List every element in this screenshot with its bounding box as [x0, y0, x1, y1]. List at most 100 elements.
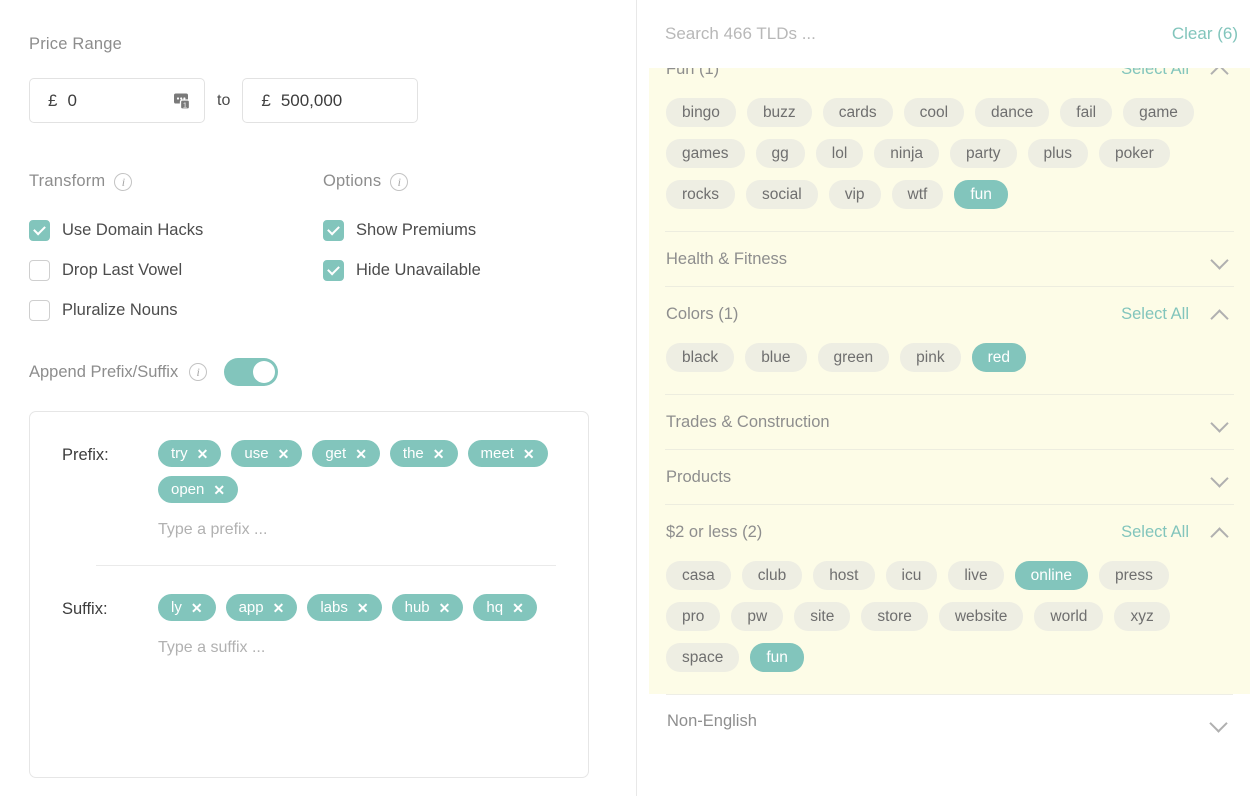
tld-chip[interactable]: cool: [903, 98, 965, 127]
remove-token-icon[interactable]: ✕: [355, 447, 367, 461]
tld-chip[interactable]: club: [741, 561, 803, 590]
suffix-input-placeholder[interactable]: Type a suffix ...: [158, 639, 562, 657]
prefix-token[interactable]: the ✕: [389, 440, 458, 467]
tld-chip[interactable]: plus: [1027, 139, 1088, 168]
tld-chip[interactable]: fail: [1060, 98, 1113, 127]
tld-chip[interactable]: blue: [745, 343, 807, 372]
tld-chip[interactable]: games: [666, 139, 745, 168]
tld-chip[interactable]: party: [950, 139, 1017, 168]
price-min-input[interactable]: £ 0 1: [29, 78, 205, 123]
chevron-up-icon[interactable]: [1211, 68, 1229, 78]
remove-token-icon[interactable]: ✕: [512, 601, 524, 615]
checkbox-checked-icon[interactable]: [323, 259, 344, 281]
checkbox-unchecked-icon[interactable]: [29, 299, 50, 321]
select-all-link[interactable]: Select All: [1121, 305, 1189, 324]
tld-chip[interactable]: game: [1123, 98, 1194, 127]
checkbox-unchecked-icon[interactable]: [29, 259, 50, 281]
tld-chip[interactable]: bingo: [666, 98, 736, 127]
append-prefix-suffix-toggle[interactable]: [224, 358, 279, 386]
tld-chip[interactable]: pw: [731, 602, 784, 631]
tld-chip-selected[interactable]: online: [1014, 561, 1088, 590]
tld-category-header[interactable]: Non-English: [666, 694, 1233, 748]
checkbox-hide-unavailable[interactable]: Hide Unavailable: [323, 250, 481, 290]
tld-category-header[interactable]: Trades & Construction: [665, 395, 1234, 449]
tld-category-header[interactable]: Health & Fitness: [665, 232, 1234, 286]
tld-chip[interactable]: casa: [666, 561, 731, 590]
checkbox-show-premiums[interactable]: Show Premiums: [323, 210, 481, 250]
tld-chip[interactable]: green: [817, 343, 890, 372]
suffix-token[interactable]: hub ✕: [391, 594, 464, 621]
remove-token-icon[interactable]: ✕: [197, 447, 209, 461]
chevron-down-icon[interactable]: [1211, 468, 1229, 486]
remove-token-icon[interactable]: ✕: [523, 447, 535, 461]
checkbox-checked-icon[interactable]: [29, 219, 50, 241]
append-info-icon[interactable]: i: [189, 363, 208, 381]
tld-chip[interactable]: black: [666, 343, 735, 372]
prefix-token[interactable]: try ✕: [158, 440, 222, 467]
tld-chip[interactable]: ninja: [874, 139, 940, 168]
tld-chip[interactable]: site: [794, 602, 851, 631]
clear-filters-link[interactable]: Clear (6): [1172, 24, 1238, 44]
tld-category-scroll[interactable]: Fun (1) Select All bingo buzz cards cool dance…: [649, 68, 1250, 796]
suffix-token[interactable]: hq ✕: [473, 594, 537, 621]
prefix-field[interactable]: try ✕ use ✕ get ✕ the ✕ meet ✕ open ✕ Ty…: [158, 440, 588, 539]
tld-chip[interactable]: gg: [755, 139, 805, 168]
chevron-down-icon[interactable]: [1211, 413, 1229, 431]
tld-chip[interactable]: dance: [975, 98, 1050, 127]
remove-token-icon[interactable]: ✕: [191, 601, 203, 615]
chevron-down-icon[interactable]: [1211, 250, 1229, 268]
remove-token-icon[interactable]: ✕: [213, 483, 225, 497]
tld-chip[interactable]: rocks: [666, 180, 736, 209]
prefix-input-placeholder[interactable]: Type a prefix ...: [158, 521, 562, 539]
password-autofill-icon[interactable]: 1: [172, 90, 194, 112]
select-all-link[interactable]: Select All: [1121, 523, 1189, 542]
prefix-token[interactable]: meet ✕: [467, 440, 548, 467]
tld-chip[interactable]: store: [861, 602, 928, 631]
tld-category-header[interactable]: Colors (1) Select All: [665, 287, 1234, 341]
prefix-token[interactable]: get ✕: [312, 440, 380, 467]
select-all-link[interactable]: Select All: [1121, 68, 1189, 79]
remove-token-icon[interactable]: ✕: [439, 601, 451, 615]
tld-chip[interactable]: lol: [815, 139, 864, 168]
tld-category-header[interactable]: Products: [665, 450, 1234, 504]
tld-chip[interactable]: world: [1034, 602, 1104, 631]
tld-chip-selected[interactable]: fun: [954, 180, 1008, 209]
price-max-input[interactable]: £ 500,000: [242, 78, 419, 123]
checkbox-checked-icon[interactable]: [323, 219, 344, 241]
tld-chip[interactable]: press: [1098, 561, 1169, 590]
checkbox-drop-last-vowel[interactable]: Drop Last Vowel: [29, 250, 203, 290]
tld-chip[interactable]: pink: [900, 343, 961, 372]
options-info-icon[interactable]: i: [390, 172, 409, 191]
tld-chip[interactable]: buzz: [746, 98, 812, 127]
tld-category-header[interactable]: $2 or less (2) Select All: [665, 505, 1234, 559]
tld-chip[interactable]: space: [666, 643, 740, 672]
tld-chip[interactable]: xyz: [1114, 602, 1170, 631]
tld-chip[interactable]: pro: [666, 602, 721, 631]
remove-token-icon[interactable]: ✕: [433, 447, 445, 461]
chevron-down-icon[interactable]: [1210, 713, 1228, 731]
tld-chip[interactable]: website: [938, 602, 1024, 631]
tld-chip[interactable]: vip: [828, 180, 881, 209]
remove-token-icon[interactable]: ✕: [278, 447, 290, 461]
remove-token-icon[interactable]: ✕: [273, 601, 285, 615]
chevron-up-icon[interactable]: [1211, 305, 1229, 323]
tld-chip[interactable]: wtf: [891, 180, 944, 209]
tld-chip[interactable]: social: [746, 180, 818, 209]
tld-chip[interactable]: cards: [822, 98, 893, 127]
tld-search-input[interactable]: [665, 24, 1105, 44]
chevron-up-icon[interactable]: [1211, 523, 1229, 541]
suffix-token[interactable]: app ✕: [225, 594, 298, 621]
tld-chip-selected[interactable]: fun: [750, 643, 804, 672]
transform-info-icon[interactable]: i: [114, 172, 133, 191]
tld-chip-selected[interactable]: red: [971, 343, 1026, 372]
suffix-field[interactable]: ly ✕ app ✕ labs ✕ hub ✕ hq ✕ Type a suff…: [158, 594, 588, 657]
tld-chip[interactable]: host: [813, 561, 875, 590]
suffix-token[interactable]: ly ✕: [158, 594, 216, 621]
prefix-token[interactable]: open ✕: [158, 476, 239, 503]
tld-chip[interactable]: icu: [885, 561, 938, 590]
checkbox-pluralize-nouns[interactable]: Pluralize Nouns: [29, 290, 203, 330]
remove-token-icon[interactable]: ✕: [357, 601, 369, 615]
tld-chip[interactable]: poker: [1098, 139, 1170, 168]
prefix-token[interactable]: use ✕: [231, 440, 303, 467]
tld-category-header[interactable]: Fun (1) Select All: [665, 68, 1234, 96]
